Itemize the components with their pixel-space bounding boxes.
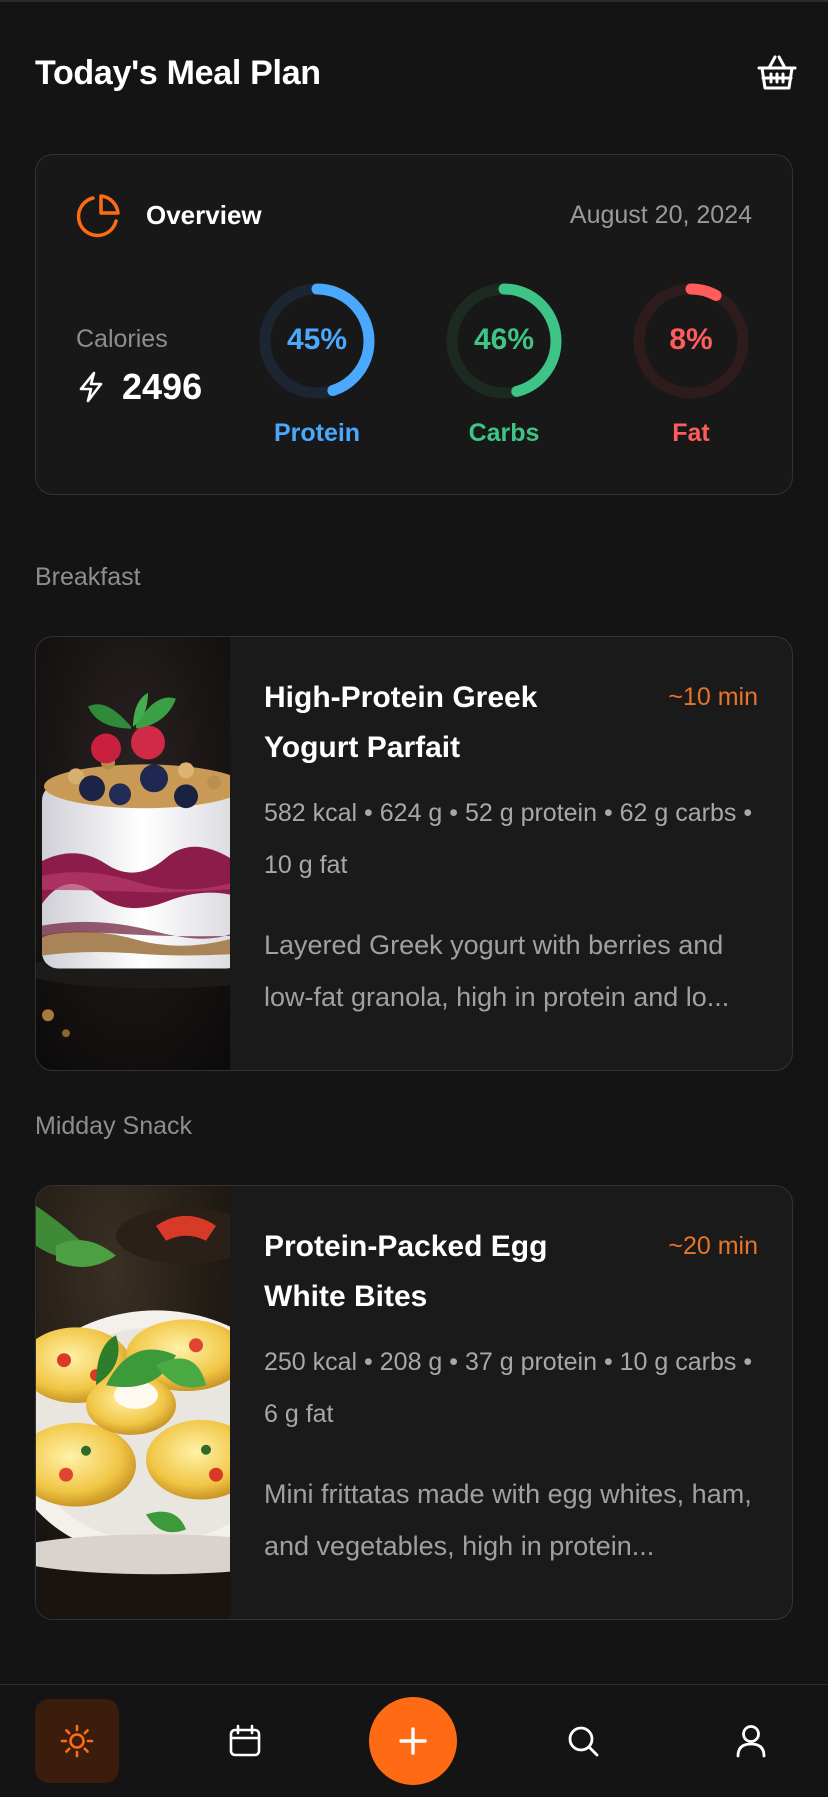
nav-profile[interactable]	[709, 1699, 793, 1783]
overview-card[interactable]: Overview August 20, 2024 Calories 2496 4…	[35, 154, 793, 495]
meal-time: ~20 min	[668, 1232, 758, 1260]
meal-nutrition: 250 kcal • 208 g • 37 g protein • 10 g c…	[264, 1348, 753, 1428]
pie-chart-icon	[76, 194, 120, 238]
calories-label: Calories	[76, 325, 168, 353]
add-meal-button[interactable]	[369, 1697, 457, 1785]
overview-date: August 20, 2024	[569, 200, 752, 229]
overview-header: Overview August 20, 2024	[76, 191, 752, 239]
calendar-icon	[229, 1724, 261, 1757]
meal-description: Layered Greek yogurt with berries and lo…	[264, 930, 730, 1012]
meal-title: High-Protein Greek Yogurt Parfait	[264, 681, 538, 764]
status-divider	[0, 0, 828, 2]
macro-ring-fat: 8% Fat	[626, 279, 756, 448]
macro-percent: 8%	[669, 323, 713, 356]
basket-button[interactable]	[753, 49, 801, 97]
meal-card[interactable]: High-Protein Greek Yogurt Parfait ~10 mi…	[35, 636, 793, 1071]
section-label-breakfast: Breakfast	[35, 563, 141, 591]
meal-description: Mini frittatas made with egg whites, ham…	[264, 1479, 752, 1561]
search-icon	[568, 1726, 599, 1757]
macro-ring-protein: 45% Protein	[252, 279, 382, 448]
basket-icon	[757, 55, 797, 90]
nav-search[interactable]	[541, 1699, 625, 1783]
calories-summary: Calories 2496	[76, 325, 202, 408]
macro-percent: 45%	[286, 323, 348, 356]
nav-calendar[interactable]	[203, 1699, 287, 1783]
meal-info: High-Protein Greek Yogurt Parfait ~10 mi…	[264, 673, 758, 1023]
meal-time: ~10 min	[668, 683, 758, 711]
macro-ring-carbs: 46% Carbs	[439, 279, 569, 448]
meal-info: Protein-Packed Egg White Bites ~20 min 2…	[264, 1222, 758, 1572]
meal-card[interactable]: Protein-Packed Egg White Bites ~20 min 2…	[35, 1185, 793, 1620]
app-header: Today's Meal Plan	[35, 48, 797, 98]
plus-icon	[399, 1727, 427, 1755]
overview-title: Overview	[146, 199, 262, 230]
meal-image-parfait	[36, 637, 230, 1070]
section-label-midday-snack: Midday Snack	[35, 1112, 193, 1140]
calories-value: 2496	[122, 366, 203, 407]
lightning-icon	[79, 371, 103, 403]
bottom-nav	[0, 1684, 828, 1797]
user-icon	[736, 1725, 766, 1758]
macro-label: Fat	[672, 419, 710, 447]
meal-title: Protein-Packed Egg White Bites	[264, 1230, 548, 1313]
macro-label: Protein	[273, 419, 361, 447]
sun-icon	[60, 1724, 94, 1758]
meal-nutrition: 582 kcal • 624 g • 52 g protein • 62 g c…	[264, 799, 753, 879]
meal-image-egg-bites	[36, 1186, 230, 1619]
page-title: Today's Meal Plan	[35, 53, 321, 92]
macro-percent: 46%	[473, 323, 535, 356]
macro-label: Carbs	[468, 419, 540, 447]
nav-today[interactable]	[35, 1699, 119, 1783]
